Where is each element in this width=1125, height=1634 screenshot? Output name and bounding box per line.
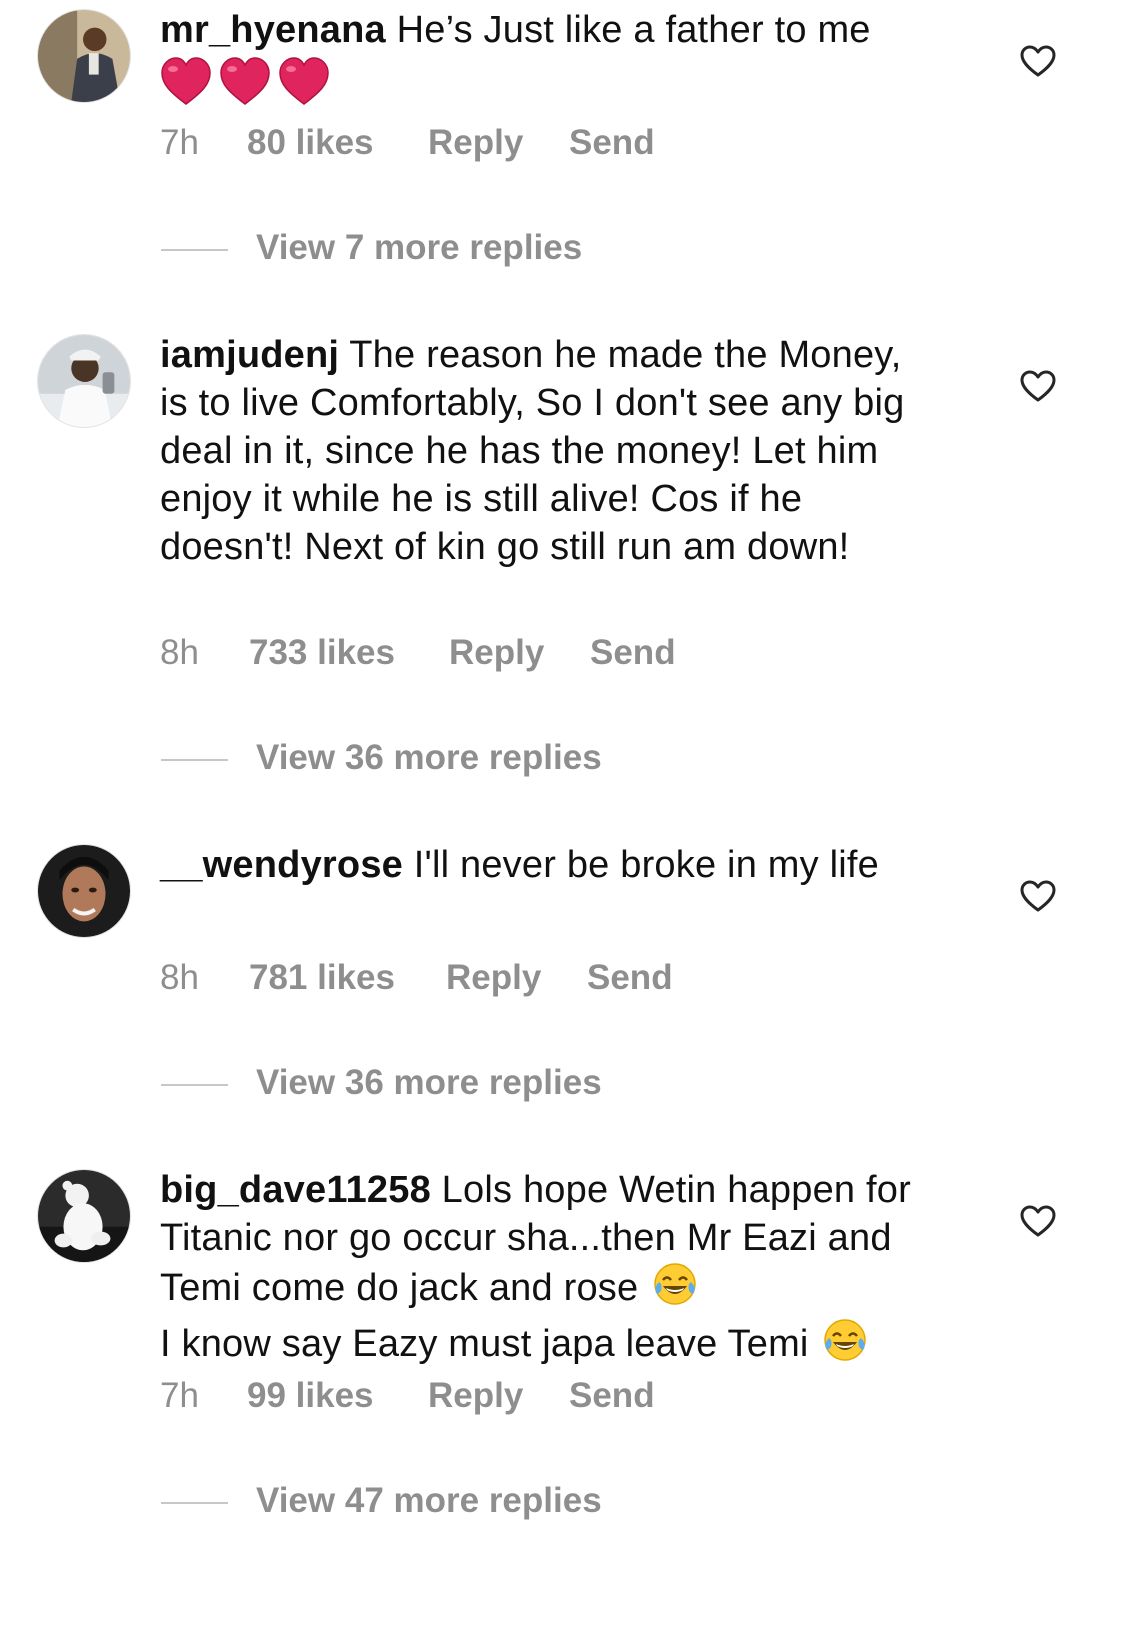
timestamp: 7h <box>160 123 199 162</box>
send-button[interactable]: Send <box>590 633 676 673</box>
avatar[interactable] <box>37 844 131 938</box>
comment-text: big_dave11258 Lols hope Wetin happen for… <box>160 1166 930 1374</box>
avatar-photo <box>38 1170 130 1262</box>
face-with-tears-of-joy-icon <box>823 1318 867 1374</box>
reply-button[interactable]: Reply <box>449 633 544 673</box>
timestamp: 7h <box>160 1376 199 1415</box>
username[interactable]: big_dave11258 <box>160 1169 431 1211</box>
like-heart-icon[interactable] <box>1019 1204 1057 1238</box>
send-button[interactable]: Send <box>569 123 655 163</box>
view-replies-label: View 47 more replies <box>256 1481 602 1520</box>
divider-line <box>161 1502 228 1504</box>
reply-button[interactable]: Reply <box>446 958 541 998</box>
view-replies-label: View 36 more replies <box>256 1063 602 1102</box>
timestamp: 8h <box>160 958 199 997</box>
likes-count[interactable]: 733 likes <box>249 633 395 673</box>
face-with-tears-of-joy-icon <box>653 1262 697 1318</box>
comment-text: __wendyrose I'll never be broke in my li… <box>160 841 900 889</box>
username[interactable]: iamjudenj <box>160 334 339 376</box>
reply-button[interactable]: Reply <box>428 1376 523 1416</box>
comment-text: iamjudenj The reason he made the Money, … <box>160 331 920 571</box>
like-heart-icon[interactable] <box>1019 44 1057 78</box>
avatar-photo <box>38 335 130 427</box>
username[interactable]: mr_hyenana <box>160 9 386 51</box>
avatar-photo <box>38 845 130 937</box>
comment-body-line-2: I know say Eazy must japa leave Temi <box>160 1323 809 1366</box>
likes-count[interactable]: 80 likes <box>247 123 374 163</box>
divider-line <box>161 1084 228 1086</box>
timestamp: 8h <box>160 633 199 672</box>
send-button[interactable]: Send <box>569 1376 655 1416</box>
comment-text: mr_hyenana He’s Just like a father to me <box>160 6 960 112</box>
likes-count[interactable]: 99 likes <box>247 1376 374 1416</box>
view-replies-label: View 7 more replies <box>256 228 583 267</box>
comment-body: He’s Just like a father to me <box>396 9 871 51</box>
avatar[interactable] <box>37 9 131 103</box>
like-heart-icon[interactable] <box>1019 369 1057 403</box>
comment-body: I'll never be broke in my life <box>413 844 879 886</box>
send-button[interactable]: Send <box>587 958 673 998</box>
likes-count[interactable]: 781 likes <box>249 958 395 998</box>
emoji-row <box>160 56 960 112</box>
divider-line <box>161 759 228 761</box>
avatar[interactable] <box>37 334 131 428</box>
avatar-photo <box>38 10 130 102</box>
avatar[interactable] <box>37 1169 131 1263</box>
username[interactable]: __wendyrose <box>160 844 403 886</box>
red-heart-emoji-icon <box>161 57 329 105</box>
divider-line <box>161 249 228 251</box>
reply-button[interactable]: Reply <box>428 123 523 163</box>
view-replies-label: View 36 more replies <box>256 738 602 777</box>
like-heart-icon[interactable] <box>1019 879 1057 913</box>
